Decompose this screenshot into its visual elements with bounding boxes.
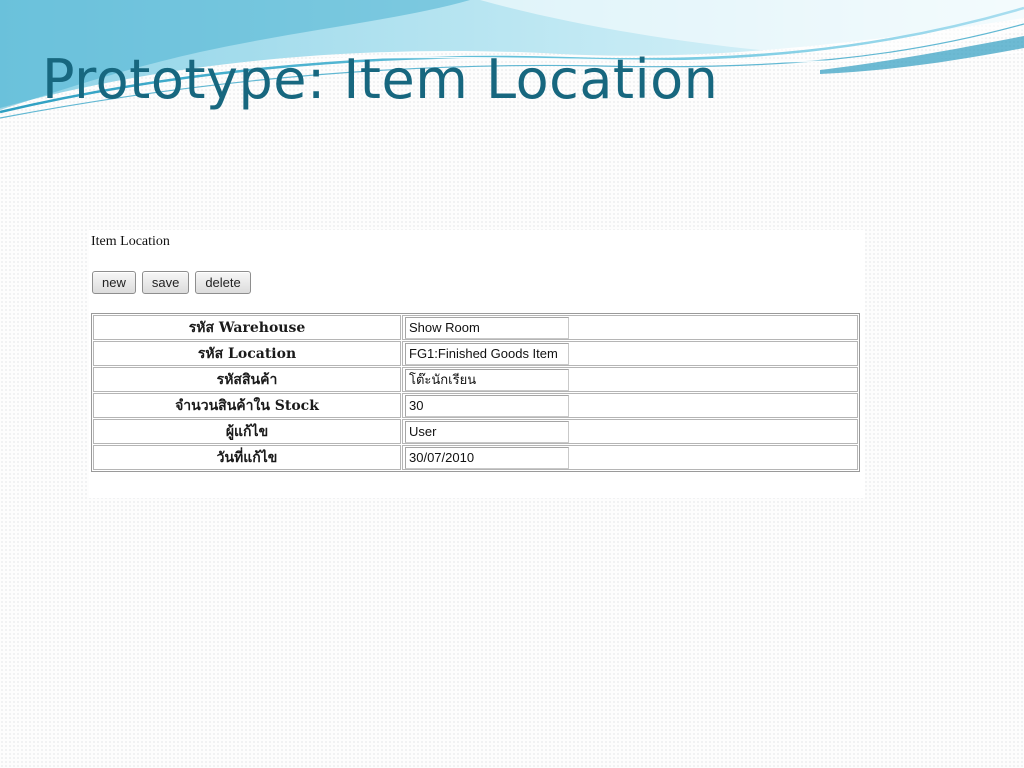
warehouse-code-input[interactable]: [405, 316, 569, 339]
modified-date-input[interactable]: [405, 446, 569, 469]
stock-quantity-label: จำนวนสินค้าใน Stock: [93, 393, 401, 418]
warehouse-code-label: รหัส Warehouse: [93, 315, 401, 340]
item-location-form-screenshot: Item Location new save delete รหัส Wareh…: [89, 230, 865, 498]
form-title: Item Location: [91, 234, 170, 249]
location-code-input[interactable]: [405, 342, 569, 365]
delete-button[interactable]: delete: [195, 271, 251, 294]
modified-by-input[interactable]: [405, 420, 569, 443]
stock-quantity-input[interactable]: [405, 394, 569, 417]
table-row: ผู้แก้ไข: [93, 419, 858, 444]
table-row: จำนวนสินค้าใน Stock: [93, 393, 858, 418]
save-button[interactable]: save: [141, 271, 190, 294]
table-row: รหัสสินค้า: [93, 367, 858, 392]
slide-title: Prototype: Item Location: [42, 48, 719, 111]
new-button[interactable]: new: [92, 271, 136, 294]
item-code-input[interactable]: [405, 368, 569, 391]
item-location-table: รหัส Warehouse รหัส Location รหัสสินค้า …: [91, 313, 860, 472]
table-row: รหัส Location: [93, 341, 858, 366]
table-row: วันที่แก้ไข: [93, 445, 858, 470]
form-toolbar: new save delete: [92, 271, 251, 294]
modified-by-label: ผู้แก้ไข: [93, 419, 401, 444]
modified-date-label: วันที่แก้ไข: [93, 445, 401, 470]
location-code-label: รหัส Location: [93, 341, 401, 366]
table-row: รหัส Warehouse: [93, 315, 858, 340]
item-code-label: รหัสสินค้า: [93, 367, 401, 392]
